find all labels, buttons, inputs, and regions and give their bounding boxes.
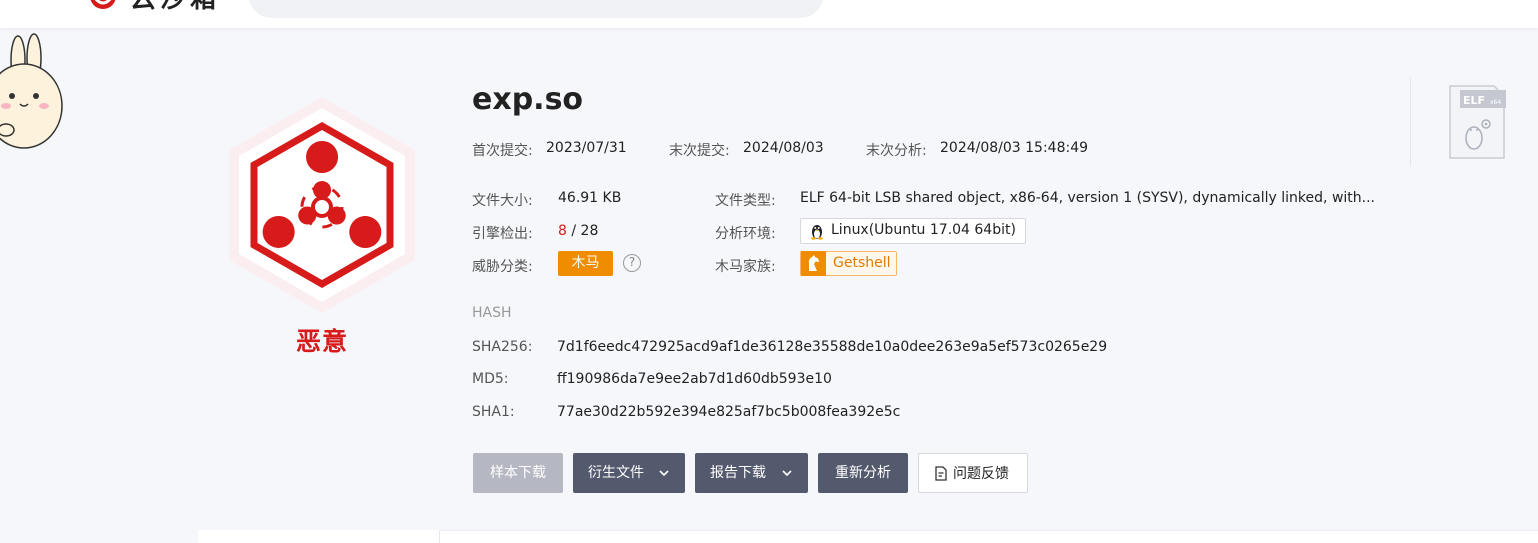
last-analysis-label: 末次分析: xyxy=(866,143,927,159)
vertical-divider xyxy=(1410,78,1411,166)
top-navigation-bar: 云沙箱 xyxy=(0,0,1538,28)
hash-section-title: HASH xyxy=(472,305,512,321)
threat-tag: 木马 xyxy=(558,251,613,276)
file-size-label: 文件大小: xyxy=(472,193,533,209)
report-download-button[interactable]: 报告下载 xyxy=(695,453,808,493)
linux-penguin-icon xyxy=(811,225,823,240)
file-type-value: ELF 64-bit LSB shared object, x86-64, ve… xyxy=(800,190,1375,206)
sha1-label: SHA1: xyxy=(472,404,515,420)
feedback-button[interactable]: 问题反馈 xyxy=(918,453,1028,493)
chevron-down-icon xyxy=(659,470,669,477)
first-submit-label: 首次提交: xyxy=(472,143,533,159)
engines-value: 8 / 28 xyxy=(558,223,598,239)
file-name: exp.so xyxy=(472,82,584,117)
md5-label: MD5: xyxy=(472,371,509,387)
last-submit-label: 末次提交: xyxy=(669,143,730,159)
biohazard-icon xyxy=(229,97,415,313)
verdict-label: 恶意 xyxy=(295,327,348,356)
feedback-label: 问题反馈 xyxy=(953,466,1009,482)
family-label: 木马家族: xyxy=(715,259,776,275)
download-sample-button[interactable]: 样本下载 xyxy=(473,453,563,493)
sha1-value[interactable]: 77ae30d22b592e394e825af7bc5b008fea392e5c xyxy=(557,404,900,420)
trojan-horse-icon xyxy=(801,251,826,276)
md5-value[interactable]: ff190986da7e9ee2ab7d1d60db593e10 xyxy=(557,371,832,387)
logo-text[interactable]: 云沙箱 xyxy=(130,0,220,14)
engines-detected-count: 8 xyxy=(558,223,567,239)
search-input[interactable] xyxy=(248,0,824,18)
env-value: Linux(Ubuntu 17.04 64bit) xyxy=(831,222,1016,238)
logo-icon[interactable] xyxy=(88,0,118,12)
file-size-value: 46.91 KB xyxy=(558,190,622,206)
chevron-down-icon xyxy=(782,470,792,477)
engines-total-count: / 28 xyxy=(571,223,599,239)
engines-label: 引擎检出: xyxy=(472,226,533,242)
first-submit-value: 2023/07/31 xyxy=(546,140,627,156)
threat-label: 威胁分类: xyxy=(472,259,533,275)
file-type-label: 文件类型: xyxy=(715,193,776,209)
reanalyze-button[interactable]: 重新分析 xyxy=(818,453,908,493)
question-circle-icon[interactable]: ? xyxy=(623,254,641,272)
elf-file-icon: ELF x64 xyxy=(1449,85,1506,159)
family-tag[interactable]: Getshell xyxy=(800,251,897,276)
rabbit-mascot-icon xyxy=(0,33,63,149)
derived-files-label: 衍生文件 xyxy=(588,465,644,481)
env-tag: Linux(Ubuntu 17.04 64bit) xyxy=(800,218,1026,244)
filetype-badge-sub: x64 xyxy=(1490,99,1501,106)
env-label: 分析环境: xyxy=(715,226,776,242)
sha256-value[interactable]: 7d1f6eedc472925acd9af1de36128e35588de10a… xyxy=(557,339,1107,355)
edit-document-icon xyxy=(935,466,947,481)
filetype-badge-text: ELF xyxy=(1463,94,1485,107)
family-value: Getshell xyxy=(833,255,891,271)
report-download-label: 报告下载 xyxy=(710,465,766,481)
derived-files-button[interactable]: 衍生文件 xyxy=(573,453,685,493)
last-analysis-value: 2024/08/03 15:48:49 xyxy=(940,140,1089,156)
sha256-label: SHA256: xyxy=(472,339,533,355)
bottom-tab[interactable] xyxy=(198,530,440,543)
last-submit-value: 2024/08/03 xyxy=(743,140,824,156)
